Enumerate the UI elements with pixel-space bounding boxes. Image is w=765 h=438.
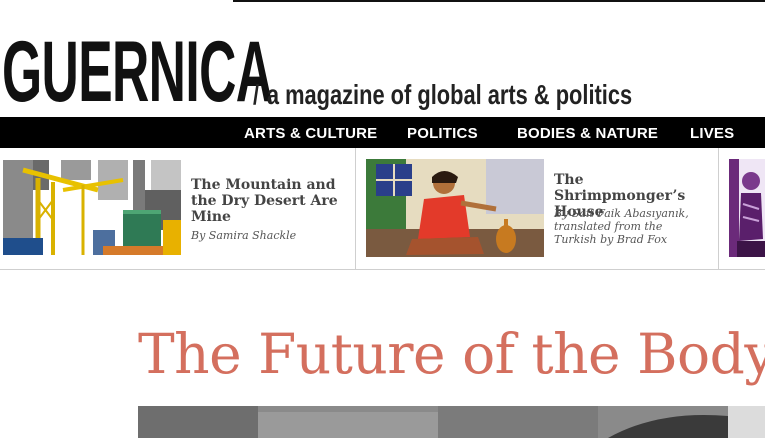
nav-item-bodies-nature[interactable]: BODIES & NATURE [517, 117, 658, 148]
feature-title[interactable]: The Mountain and the Dry Desert Are Mine [191, 177, 341, 225]
feature-card[interactable]: The Shrimpmonger’s House By Sait Faik Ab… [356, 148, 718, 269]
nav-item-politics[interactable]: POLITICS [407, 117, 478, 148]
feature-thumbnail[interactable] [3, 160, 181, 255]
featured-stories: The Mountain and the Dry Desert Are Mine… [0, 148, 765, 270]
cranes-illustration [3, 160, 181, 255]
feature-byline: By Samira Shackle [191, 229, 297, 242]
black-and-white-photo [138, 406, 765, 438]
feature-card[interactable] [719, 148, 765, 269]
feature-divider [355, 148, 356, 269]
purple-figure-illustration [729, 159, 765, 257]
top-rule [233, 0, 765, 2]
main-nav: ARTS & CULTURE POLITICS BODIES & NATURE … [0, 117, 765, 148]
nav-item-arts-culture[interactable]: ARTS & CULTURE [244, 117, 377, 148]
nav-item-lives[interactable]: LIVES [690, 117, 734, 148]
site-header: GUERNICA / a magazine of global arts & po… [0, 28, 765, 115]
tagline-slash: / [253, 79, 260, 110]
woman-painting [366, 159, 544, 257]
article-headline: The Future of the Body [138, 322, 765, 386]
article-hero-image [138, 406, 765, 438]
feature-thumbnail[interactable] [366, 159, 544, 257]
tagline-text: a magazine of global arts & politics [266, 79, 633, 110]
feature-divider [718, 148, 719, 269]
site-tagline: / a magazine of global arts & politics [253, 80, 632, 110]
feature-card[interactable]: The Mountain and the Dry Desert Are Mine… [0, 148, 355, 269]
site-logo[interactable]: GUERNICA [2, 29, 273, 115]
feature-thumbnail[interactable] [729, 159, 765, 257]
feature-byline: By Sait Faik Abasıyanık, translated from… [554, 207, 689, 246]
